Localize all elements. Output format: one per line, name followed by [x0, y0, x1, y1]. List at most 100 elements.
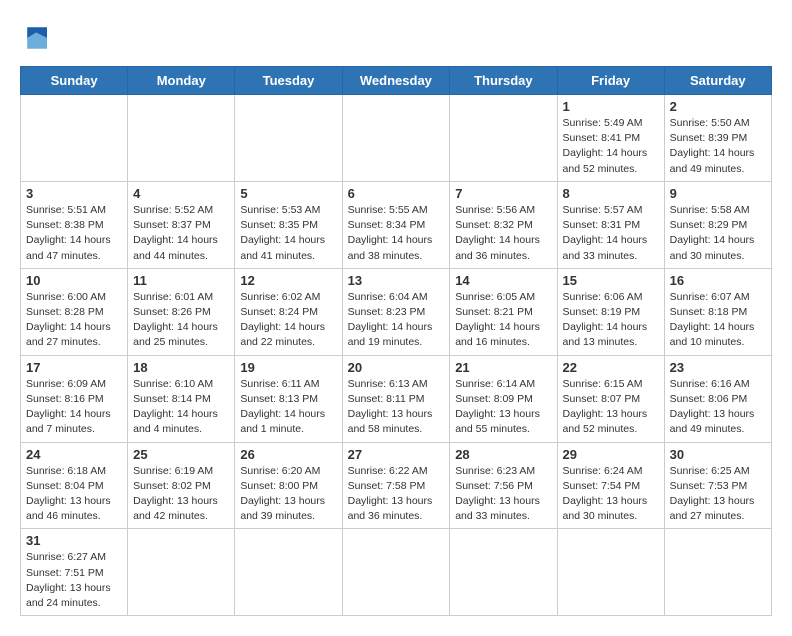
day-number: 31	[26, 533, 122, 548]
calendar-cell	[235, 95, 342, 182]
calendar-cell: 27 Sunrise: 6:22 AM Sunset: 7:58 PM Dayli…	[342, 442, 450, 529]
day-info: Sunrise: 6:00 AM Sunset: 8:28 PM Dayligh…	[26, 290, 122, 351]
logo-icon	[20, 20, 56, 56]
calendar-cell: 5 Sunrise: 5:53 AM Sunset: 8:35 PM Daylig…	[235, 181, 342, 268]
calendar-cell	[128, 529, 235, 616]
weekday-header-thursday: Thursday	[450, 67, 557, 95]
day-info: Sunrise: 6:06 AM Sunset: 8:19 PM Dayligh…	[563, 290, 659, 351]
calendar-cell: 30Sunrise: 6:25 AM Sunset: 7:53 PM Dayli…	[664, 442, 771, 529]
day-info: Sunrise: 6:25 AM Sunset: 7:53 PM Dayligh…	[670, 464, 766, 525]
week-row-5: 24Sunrise: 6:18 AM Sunset: 8:04 PM Dayli…	[21, 442, 772, 529]
calendar-cell	[21, 95, 128, 182]
weekday-header-row: SundayMondayTuesdayWednesdayThursdayFrid…	[21, 67, 772, 95]
day-number: 2	[670, 99, 766, 114]
day-info: Sunrise: 6:22 AM Sunset: 7:58 PM Dayligh…	[348, 464, 445, 525]
day-number: 1	[563, 99, 659, 114]
day-number: 15	[563, 273, 659, 288]
logo	[20, 20, 60, 56]
day-info: Sunrise: 6:23 AM Sunset: 7:56 PM Dayligh…	[455, 464, 551, 525]
day-number: 28	[455, 447, 551, 462]
weekday-header-wednesday: Wednesday	[342, 67, 450, 95]
day-info: Sunrise: 5:52 AM Sunset: 8:37 PM Dayligh…	[133, 203, 229, 264]
calendar-cell: 2 Sunrise: 5:50 AM Sunset: 8:39 PM Daylig…	[664, 95, 771, 182]
day-info: Sunrise: 6:27 AM Sunset: 7:51 PM Dayligh…	[26, 550, 122, 611]
day-info: Sunrise: 6:05 AM Sunset: 8:21 PM Dayligh…	[455, 290, 551, 351]
day-info: Sunrise: 6:24 AM Sunset: 7:54 PM Dayligh…	[563, 464, 659, 525]
day-info: Sunrise: 5:55 AM Sunset: 8:34 PM Dayligh…	[348, 203, 445, 264]
weekday-header-tuesday: Tuesday	[235, 67, 342, 95]
day-info: Sunrise: 5:53 AM Sunset: 8:35 PM Dayligh…	[240, 203, 336, 264]
weekday-header-monday: Monday	[128, 67, 235, 95]
day-number: 29	[563, 447, 659, 462]
day-number: 27	[348, 447, 445, 462]
day-number: 13	[348, 273, 445, 288]
day-number: 16	[670, 273, 766, 288]
calendar-cell: 21Sunrise: 6:14 AM Sunset: 8:09 PM Dayli…	[450, 355, 557, 442]
calendar-cell	[342, 529, 450, 616]
calendar-cell: 25Sunrise: 6:19 AM Sunset: 8:02 PM Dayli…	[128, 442, 235, 529]
day-number: 26	[240, 447, 336, 462]
calendar-cell: 24Sunrise: 6:18 AM Sunset: 8:04 PM Dayli…	[21, 442, 128, 529]
calendar-cell: 17 Sunrise: 6:09 AM Sunset: 8:16 PM Dayli…	[21, 355, 128, 442]
calendar-cell: 10 Sunrise: 6:00 AM Sunset: 8:28 PM Dayli…	[21, 268, 128, 355]
day-info: Sunrise: 6:19 AM Sunset: 8:02 PM Dayligh…	[133, 464, 229, 525]
calendar-cell: 19 Sunrise: 6:11 AM Sunset: 8:13 PM Dayli…	[235, 355, 342, 442]
day-number: 9	[670, 186, 766, 201]
calendar-cell: 15 Sunrise: 6:06 AM Sunset: 8:19 PM Dayli…	[557, 268, 664, 355]
day-number: 23	[670, 360, 766, 375]
day-info: Sunrise: 6:02 AM Sunset: 8:24 PM Dayligh…	[240, 290, 336, 351]
day-info: Sunrise: 6:10 AM Sunset: 8:14 PM Dayligh…	[133, 377, 229, 438]
weekday-header-sunday: Sunday	[21, 67, 128, 95]
calendar-cell: 6 Sunrise: 5:55 AM Sunset: 8:34 PM Daylig…	[342, 181, 450, 268]
day-info: Sunrise: 6:16 AM Sunset: 8:06 PM Dayligh…	[670, 377, 766, 438]
calendar-cell: 26 Sunrise: 6:20 AM Sunset: 8:00 PM Dayli…	[235, 442, 342, 529]
calendar-cell: 9Sunrise: 5:58 AM Sunset: 8:29 PM Daylig…	[664, 181, 771, 268]
weekday-header-friday: Friday	[557, 67, 664, 95]
calendar-cell: 8 Sunrise: 5:57 AM Sunset: 8:31 PM Daylig…	[557, 181, 664, 268]
calendar-cell: 3Sunrise: 5:51 AM Sunset: 8:38 PM Daylig…	[21, 181, 128, 268]
calendar-cell: 29 Sunrise: 6:24 AM Sunset: 7:54 PM Dayli…	[557, 442, 664, 529]
day-info: Sunrise: 5:50 AM Sunset: 8:39 PM Dayligh…	[670, 116, 766, 177]
calendar-cell: 13 Sunrise: 6:04 AM Sunset: 8:23 PM Dayli…	[342, 268, 450, 355]
calendar-cell: 12 Sunrise: 6:02 AM Sunset: 8:24 PM Dayli…	[235, 268, 342, 355]
calendar-cell	[450, 529, 557, 616]
week-row-4: 17 Sunrise: 6:09 AM Sunset: 8:16 PM Dayli…	[21, 355, 772, 442]
calendar-cell: 23 Sunrise: 6:16 AM Sunset: 8:06 PM Dayli…	[664, 355, 771, 442]
calendar-cell: 7Sunrise: 5:56 AM Sunset: 8:32 PM Daylig…	[450, 181, 557, 268]
calendar: SundayMondayTuesdayWednesdayThursdayFrid…	[20, 66, 772, 616]
day-number: 3	[26, 186, 122, 201]
calendar-cell	[235, 529, 342, 616]
day-number: 12	[240, 273, 336, 288]
calendar-cell: 22Sunrise: 6:15 AM Sunset: 8:07 PM Dayli…	[557, 355, 664, 442]
day-number: 8	[563, 186, 659, 201]
calendar-cell: 11Sunrise: 6:01 AM Sunset: 8:26 PM Dayli…	[128, 268, 235, 355]
calendar-cell: 1 Sunrise: 5:49 AM Sunset: 8:41 PM Daylig…	[557, 95, 664, 182]
day-info: Sunrise: 6:18 AM Sunset: 8:04 PM Dayligh…	[26, 464, 122, 525]
day-info: Sunrise: 6:09 AM Sunset: 8:16 PM Dayligh…	[26, 377, 122, 438]
day-info: Sunrise: 5:49 AM Sunset: 8:41 PM Dayligh…	[563, 116, 659, 177]
day-number: 19	[240, 360, 336, 375]
calendar-cell: 4 Sunrise: 5:52 AM Sunset: 8:37 PM Daylig…	[128, 181, 235, 268]
day-number: 4	[133, 186, 229, 201]
day-info: Sunrise: 6:11 AM Sunset: 8:13 PM Dayligh…	[240, 377, 336, 438]
calendar-cell	[342, 95, 450, 182]
day-number: 6	[348, 186, 445, 201]
day-info: Sunrise: 6:04 AM Sunset: 8:23 PM Dayligh…	[348, 290, 445, 351]
calendar-cell	[128, 95, 235, 182]
day-number: 14	[455, 273, 551, 288]
day-number: 5	[240, 186, 336, 201]
week-row-6: 31 Sunrise: 6:27 AM Sunset: 7:51 PM Dayli…	[21, 529, 772, 616]
day-number: 17	[26, 360, 122, 375]
day-info: Sunrise: 6:20 AM Sunset: 8:00 PM Dayligh…	[240, 464, 336, 525]
week-row-1: 1 Sunrise: 5:49 AM Sunset: 8:41 PM Daylig…	[21, 95, 772, 182]
day-info: Sunrise: 5:57 AM Sunset: 8:31 PM Dayligh…	[563, 203, 659, 264]
day-number: 22	[563, 360, 659, 375]
calendar-cell: 18 Sunrise: 6:10 AM Sunset: 8:14 PM Dayli…	[128, 355, 235, 442]
day-number: 10	[26, 273, 122, 288]
day-number: 18	[133, 360, 229, 375]
header	[20, 20, 772, 56]
day-info: Sunrise: 6:01 AM Sunset: 8:26 PM Dayligh…	[133, 290, 229, 351]
day-info: Sunrise: 6:13 AM Sunset: 8:11 PM Dayligh…	[348, 377, 445, 438]
calendar-cell	[557, 529, 664, 616]
calendar-cell: 20Sunrise: 6:13 AM Sunset: 8:11 PM Dayli…	[342, 355, 450, 442]
